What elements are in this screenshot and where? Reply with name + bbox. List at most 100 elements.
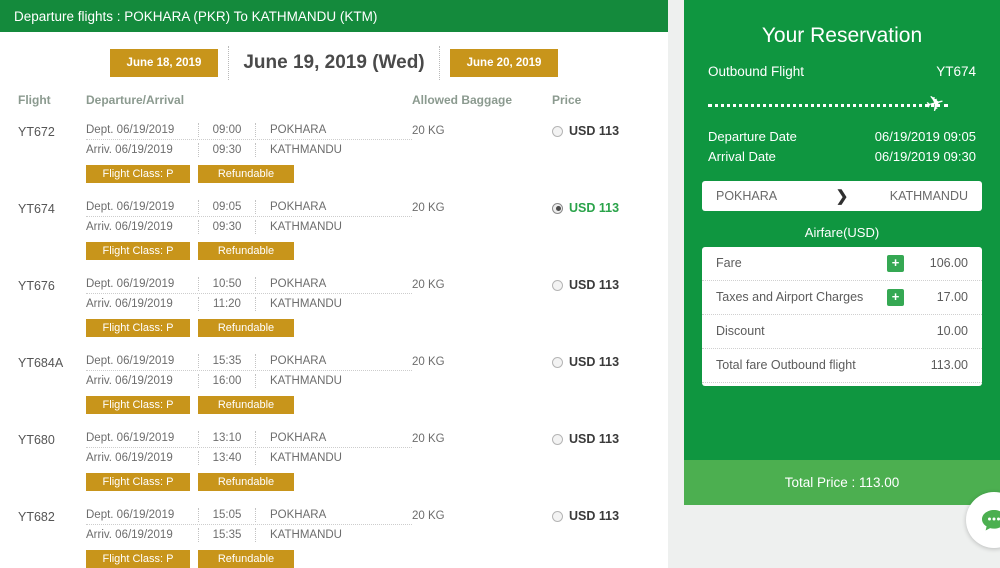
price-radio-option[interactable]: USD 113	[552, 352, 652, 369]
table-row[interactable]: YT680 Dept. 06/19/2019 13:10 POKHARA Arriv. …	[0, 420, 668, 497]
price-radio-button[interactable]	[552, 433, 563, 445]
departure-city: POKHARA	[270, 124, 327, 136]
departure-date: Dept. 06/19/2019	[86, 509, 175, 521]
arrival-leg: Arriv. 06/19/2019 16:00 KATHMANDU	[86, 371, 412, 390]
arrival-city: KATHMANDU	[270, 297, 342, 310]
flight-class-badge[interactable]: Flight Class: P	[86, 319, 190, 337]
departure-date: Dept. 06/19/2019	[86, 201, 175, 213]
flight-badges: Flight Class: P Refundable	[86, 165, 412, 183]
flight-class-badge[interactable]: Flight Class: P	[86, 165, 190, 183]
price-radio-button[interactable]	[552, 510, 563, 522]
route-box: POKHARA ❯ KATHMANDU	[702, 181, 982, 211]
flight-badges: Flight Class: P Refundable	[86, 550, 412, 568]
fare-row-amount: 17.00	[936, 290, 968, 304]
departure-city: POKHARA	[270, 509, 327, 521]
departure-time: 13:10	[198, 431, 256, 445]
flight-number: YT672	[18, 125, 55, 139]
price-radio-option[interactable]: USD 113	[552, 198, 652, 215]
expand-fare-detail-icon[interactable]: +	[887, 289, 904, 306]
flight-number: YT682	[18, 510, 55, 524]
refundable-badge[interactable]: Refundable	[198, 473, 294, 491]
fare-row-amount: 113.00	[930, 358, 968, 372]
refundable-badge[interactable]: Refundable	[198, 396, 294, 414]
table-row[interactable]: YT672 Dept. 06/19/2019 09:00 POKHARA Arriv. …	[0, 112, 668, 189]
allowed-baggage: 20 KG	[412, 125, 445, 137]
arrival-leg: Arriv. 06/19/2019 11:20 KATHMANDU	[86, 294, 412, 313]
price-value: USD 113	[569, 432, 620, 446]
flight-path-dots	[708, 104, 948, 107]
airfare-breakdown: Fare +106.00 Taxes and Airport Charges +17.…	[702, 247, 982, 386]
departure-time: 15:05	[198, 508, 256, 522]
next-date-button[interactable]: June 20, 2019	[449, 49, 559, 77]
prev-date-button[interactable]: June 18, 2019	[109, 49, 219, 77]
price-radio-option[interactable]: USD 113	[552, 275, 652, 292]
fare-row-amount: 106.00	[929, 256, 968, 270]
refundable-badge[interactable]: Refundable	[198, 319, 294, 337]
airplane-icon: ✈	[923, 89, 948, 118]
arrival-date-label: Arrival Date	[708, 149, 776, 164]
price-radio-option[interactable]: USD 113	[552, 429, 652, 446]
price-radio-option[interactable]: USD 113	[552, 121, 652, 138]
flight-itinerary: Dept. 06/19/2019 15:35 POKHARA Arriv. 06/19…	[86, 352, 412, 414]
price-column: USD 113	[552, 275, 652, 292]
date-navigation: June 18, 2019 June 19, 2019 (Wed) June 2…	[0, 32, 668, 88]
arrival-leg: Arriv. 06/19/2019 13:40 KATHMANDU	[86, 448, 412, 467]
allowed-baggage: 20 KG	[412, 356, 445, 368]
price-value: USD 113	[569, 509, 620, 523]
arrival-time: 13:40	[198, 450, 256, 465]
departure-time: 10:50	[198, 277, 256, 291]
reservation-dates: Departure Date 06/19/2019 09:05 Arrival …	[684, 117, 1000, 167]
flight-row-list: YT672 Dept. 06/19/2019 09:00 POKHARA Arriv. …	[0, 112, 668, 568]
arrival-date: Arriv. 06/19/2019	[86, 451, 173, 464]
current-date-label: June 19, 2019 (Wed)	[243, 52, 425, 73]
price-radio-button[interactable]	[552, 356, 563, 368]
refundable-badge[interactable]: Refundable	[198, 550, 294, 568]
price-column: USD 113	[552, 121, 652, 138]
price-column: USD 113	[552, 429, 652, 446]
route-destination: KATHMANDU	[889, 189, 969, 203]
fare-row: Fare +106.00	[702, 247, 982, 281]
flight-path-graphic: ✈	[708, 89, 976, 118]
price-radio-option[interactable]: USD 113	[552, 506, 652, 523]
fare-row-label: Taxes and Airport Charges	[716, 290, 864, 304]
table-row[interactable]: YT674 Dept. 06/19/2019 09:05 POKHARA Arriv. …	[0, 189, 668, 266]
departure-date: Dept. 06/19/2019	[86, 124, 175, 136]
outbound-flight-row: Outbound Flight YT674	[684, 48, 1000, 79]
departure-leg: Dept. 06/19/2019 15:05 POKHARA	[86, 506, 412, 525]
flight-itinerary: Dept. 06/19/2019 13:10 POKHARA Arriv. 06/19…	[86, 429, 412, 491]
flight-badges: Flight Class: P Refundable	[86, 473, 412, 491]
arrival-city: KATHMANDU	[270, 451, 342, 464]
column-header-price: Price	[552, 93, 582, 107]
price-column: USD 113	[552, 198, 652, 215]
flight-itinerary: Dept. 06/19/2019 10:50 POKHARA Arriv. 06/19…	[86, 275, 412, 337]
date-separator-right	[438, 46, 440, 80]
price-radio-button[interactable]	[552, 279, 563, 291]
price-radio-button[interactable]	[552, 125, 563, 137]
price-radio-button[interactable]	[552, 202, 563, 214]
flight-badges: Flight Class: P Refundable	[86, 319, 412, 337]
arrival-leg: Arriv. 06/19/2019 15:35 KATHMANDU	[86, 525, 412, 544]
table-row[interactable]: YT676 Dept. 06/19/2019 10:50 POKHARA Arriv. …	[0, 266, 668, 343]
flight-number: YT674	[18, 202, 55, 216]
expand-fare-detail-icon[interactable]: +	[887, 255, 904, 272]
arrival-city: KATHMANDU	[270, 528, 342, 541]
column-header-departure: Departure/Arrival	[86, 93, 185, 107]
price-value: USD 113	[569, 278, 620, 292]
arrival-time: 16:00	[198, 373, 256, 388]
column-headers: Flight Departure/Arrival Allowed Baggage…	[0, 88, 668, 112]
refundable-badge[interactable]: Refundable	[198, 242, 294, 260]
allowed-baggage: 20 KG	[412, 510, 445, 522]
fare-row: Discount+10.00	[702, 315, 982, 349]
flight-class-badge[interactable]: Flight Class: P	[86, 242, 190, 260]
flight-number: YT680	[18, 433, 55, 447]
flight-class-badge[interactable]: Flight Class: P	[86, 473, 190, 491]
flight-class-badge[interactable]: Flight Class: P	[86, 396, 190, 414]
airfare-label: Airfare(USD)	[804, 225, 880, 240]
flight-class-badge[interactable]: Flight Class: P	[86, 550, 190, 568]
table-row[interactable]: YT684A Dept. 06/19/2019 15:35 POKHARA Arriv.…	[0, 343, 668, 420]
refundable-badge[interactable]: Refundable	[198, 165, 294, 183]
column-header-baggage: Allowed Baggage	[412, 93, 513, 107]
chevron-right-icon: ❯	[835, 188, 849, 205]
table-row[interactable]: YT682 Dept. 06/19/2019 15:05 POKHARA Arriv. …	[0, 497, 668, 568]
fare-row-label: Discount	[716, 324, 765, 338]
